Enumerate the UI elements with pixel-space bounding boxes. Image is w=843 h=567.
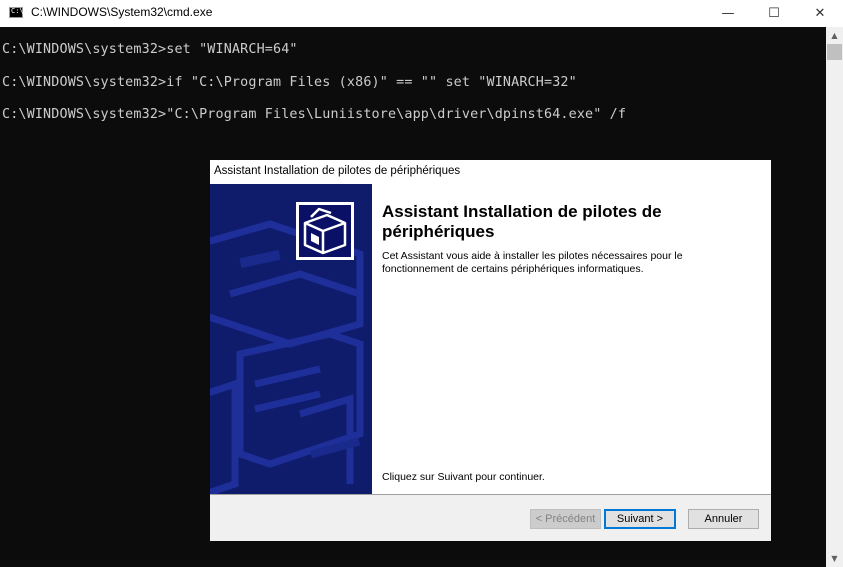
scroll-up-arrow-icon[interactable]: ▲: [826, 27, 843, 44]
wizard-continue-hint: Cliquez sur Suivant pour continuer.: [382, 471, 545, 483]
close-button[interactable]: ✕: [797, 0, 843, 27]
console-line: C:\WINDOWS\system32>set "WINARCH=64": [2, 42, 298, 57]
cmd-title-bar[interactable]: C:\WINDOWS\System32\cmd.exe — ☐ ✕: [0, 0, 843, 27]
previous-button[interactable]: < Précédent: [530, 509, 601, 529]
dialog-title-bar[interactable]: Assistant Installation de pilotes de pér…: [210, 160, 771, 184]
console-line: C:\WINDOWS\system32>if "C:\Program Files…: [2, 75, 577, 90]
maximize-button[interactable]: ☐: [751, 0, 797, 27]
vertical-scrollbar[interactable]: ▲ ▼: [826, 27, 843, 567]
next-button[interactable]: Suivant >: [604, 509, 676, 529]
wizard-heading: Assistant Installation de pilotes de pér…: [382, 202, 662, 241]
driver-install-wizard: Assistant Installation de pilotes de pér…: [210, 160, 771, 541]
dialog-body: Assistant Installation de pilotes de pér…: [210, 184, 771, 495]
dialog-title: Assistant Installation de pilotes de pér…: [214, 165, 461, 177]
cmd-icon: [9, 7, 24, 18]
scroll-down-arrow-icon[interactable]: ▼: [826, 550, 843, 567]
minimize-button[interactable]: —: [705, 0, 751, 27]
cancel-button[interactable]: Annuler: [688, 509, 759, 529]
wizard-description: Cet Assistant vous aide à installer les …: [382, 250, 683, 275]
scroll-thumb[interactable]: [827, 44, 842, 60]
driver-box-icon: [296, 202, 354, 260]
console-line: C:\WINDOWS\system32>"C:\Program Files\Lu…: [2, 107, 627, 122]
window-title: C:\WINDOWS\System32\cmd.exe: [31, 5, 213, 19]
wizard-sidebar-banner: [210, 184, 372, 494]
